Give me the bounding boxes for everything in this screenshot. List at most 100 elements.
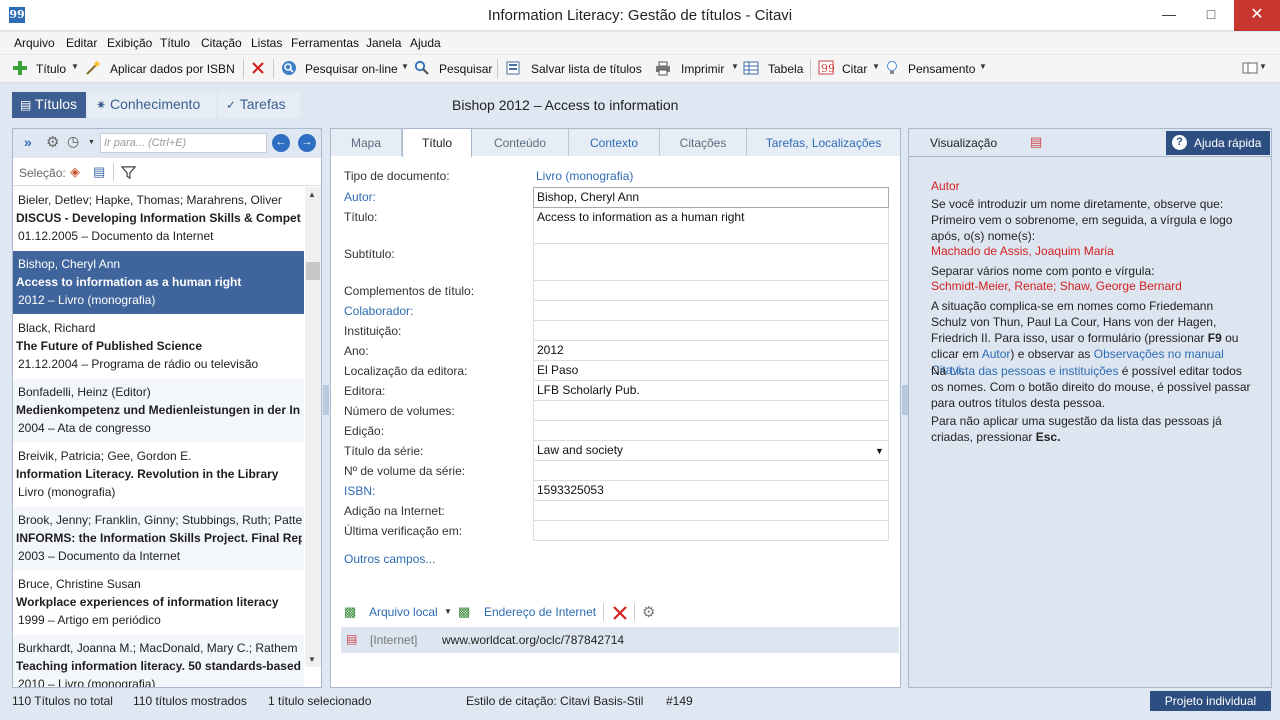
menu-exibicao[interactable]: Exibição — [107, 36, 152, 50]
tab-conteudo[interactable]: Conteúdo — [472, 129, 569, 156]
layout-icon[interactable] — [1242, 60, 1258, 76]
title-supplement-field[interactable] — [533, 281, 889, 301]
item-title: Information Literacy. Revolution in the … — [16, 467, 279, 481]
next-icon[interactable]: → — [298, 134, 316, 152]
collaborator-label-link[interactable]: Colaborador: — [344, 304, 413, 318]
preview-tab[interactable]: Visualização — [930, 136, 997, 150]
scroll-up-icon[interactable]: ▲ — [308, 190, 316, 199]
nav-tab-conhecimento[interactable]: ✷ Conhecimento — [88, 92, 216, 118]
print-button[interactable]: Imprimir — [681, 62, 724, 76]
publisher-field[interactable]: LFB Scholarly Pub. — [533, 381, 889, 401]
list-item[interactable]: Black, Richard The Future of Published S… — [13, 315, 304, 378]
close-icon[interactable]: ✕ — [1234, 0, 1280, 31]
isbn-import-button[interactable]: Aplicar dados por ISBN — [110, 62, 235, 76]
menu-listas[interactable]: Listas — [251, 36, 282, 50]
tab-citacoes[interactable]: Citações — [660, 129, 747, 156]
chevron-down-icon[interactable]: ▼ — [88, 139, 95, 146]
save-list-button[interactable]: Salvar lista de títulos — [531, 62, 642, 76]
splitter-handle[interactable] — [323, 385, 329, 415]
list-item[interactable]: Bruce, Christine Susan Workplace experie… — [13, 571, 304, 634]
chevron-down-icon[interactable]: ▼ — [979, 62, 987, 71]
expand-icon[interactable]: » — [24, 134, 32, 150]
menu-arquivo[interactable]: Arquivo — [14, 36, 55, 50]
nav-tab-titulos[interactable]: ▤ Títulos — [12, 92, 86, 118]
chevron-down-icon[interactable]: ▼ — [444, 607, 452, 616]
scroll-down-icon[interactable]: ▼ — [308, 655, 316, 664]
collaborator-field[interactable] — [533, 301, 889, 321]
isbn-field[interactable]: 1593325053 — [533, 481, 889, 501]
search-button[interactable]: Pesquisar — [439, 62, 492, 76]
maximize-icon[interactable]: □ — [1190, 0, 1232, 31]
preview-document-icon[interactable]: ▤ — [1030, 134, 1042, 150]
attachment-row[interactable]: ▤ [Internet] www.worldcat.org/oclc/78784… — [341, 627, 899, 653]
series-title-field[interactable]: Law and society — [533, 441, 889, 461]
persons-list-link[interactable]: Lista das pessoas e instituições — [950, 364, 1119, 378]
chevron-down-icon[interactable]: ▼ — [875, 446, 884, 456]
list-item-selected[interactable]: Bishop, Cheryl Ann Access to information… — [13, 251, 304, 314]
add-title-button[interactable]: Título — [36, 62, 66, 76]
gear-icon[interactable]: ⚙ — [46, 133, 59, 151]
minimize-icon[interactable]: — — [1148, 0, 1190, 31]
isbn-label-link[interactable]: ISBN: — [344, 484, 375, 498]
thought-button[interactable]: Pensamento — [908, 62, 975, 76]
edition-field[interactable] — [533, 421, 889, 441]
status-citation-style[interactable]: Estilo de citação: Citavi Basis-Stil — [466, 694, 643, 708]
last-checked-field[interactable] — [533, 521, 889, 541]
chevron-down-icon[interactable]: ▼ — [1259, 62, 1267, 71]
selection-tag-icon[interactable]: ◈ — [70, 164, 80, 180]
nav-tab-tarefas[interactable]: ✓ Tarefas — [218, 92, 300, 118]
title-field[interactable]: Access to information as a human right — [533, 208, 889, 244]
table-button[interactable]: Tabela — [768, 62, 803, 76]
more-fields-link[interactable]: Outros campos... — [344, 552, 435, 566]
reference-list: Bieler, Detlev; Hapke, Thomas; Marahrens… — [13, 187, 304, 687]
subtitle-field[interactable] — [533, 244, 889, 281]
volumes-field[interactable] — [533, 401, 889, 421]
menu-ajuda[interactable]: Ajuda — [410, 36, 441, 50]
tab-contexto[interactable]: Contexto — [569, 129, 660, 156]
chevron-down-icon[interactable]: ▼ — [872, 62, 880, 71]
filter-icon[interactable] — [121, 165, 136, 180]
cite-button[interactable]: Citar — [842, 62, 867, 76]
online-date-field[interactable] — [533, 501, 889, 521]
tab-mapa[interactable]: Mapa — [331, 129, 402, 156]
menu-janela[interactable]: Janela — [366, 36, 401, 50]
menu-citacao[interactable]: Citação — [201, 36, 242, 50]
nav-tab-label: Títulos — [34, 96, 77, 112]
menu-editar[interactable]: Editar — [66, 36, 97, 50]
previous-icon[interactable]: ← — [272, 134, 290, 152]
institution-field[interactable] — [533, 321, 889, 341]
author-field[interactable]: Bishop, Cheryl Ann — [533, 187, 889, 208]
menu-titulo[interactable]: Título — [160, 36, 190, 50]
list-item[interactable]: Brook, Jenny; Franklin, Ginny; Stubbings… — [13, 507, 304, 570]
project-type-badge[interactable]: Projeto individual — [1150, 691, 1271, 711]
tab-tarefas-localizacoes[interactable]: Tarefas, Localizações — [747, 129, 900, 156]
series-volume-field[interactable] — [533, 461, 889, 481]
list-item[interactable]: Breivik, Patricia; Gee, Gordon E. Inform… — [13, 443, 304, 506]
reference-list-scrollbar[interactable] — [305, 187, 321, 667]
online-search-button[interactable]: Pesquisar on-line — [305, 62, 398, 76]
list-item[interactable]: Bieler, Detlev; Hapke, Thomas; Marahrens… — [13, 187, 304, 250]
chevron-down-icon[interactable]: ▼ — [71, 62, 79, 71]
quick-help-button[interactable]: ? Ajuda rápida — [1166, 131, 1270, 155]
history-icon[interactable]: ◷ — [67, 133, 79, 150]
list-item[interactable]: Burkhardt, Joanna M.; MacDonald, Mary C.… — [13, 635, 304, 687]
tab-titulo[interactable]: Título — [402, 129, 472, 157]
chevron-down-icon[interactable]: ▼ — [401, 62, 409, 71]
author-label-link[interactable]: Autor: — [344, 190, 376, 204]
menu-ferramentas[interactable]: Ferramentas — [291, 36, 359, 50]
list-item[interactable]: Bonfadelli, Heinz (Editor) Medienkompete… — [13, 379, 304, 442]
scrollbar-thumb[interactable] — [306, 262, 320, 280]
place-field[interactable]: El Paso — [533, 361, 889, 381]
selection-list-icon[interactable]: ▤ — [93, 164, 105, 180]
delete-icon[interactable] — [612, 605, 628, 621]
delete-icon[interactable] — [250, 60, 266, 76]
add-web-address-button[interactable]: Endereço de Internet — [484, 605, 596, 619]
document-type-link[interactable]: Livro (monografia) — [536, 169, 633, 183]
goto-input[interactable]: Ir para... (Ctrl+E) — [100, 133, 267, 153]
year-field[interactable]: 2012 — [533, 341, 889, 361]
gear-icon[interactable]: ⚙ — [642, 603, 655, 621]
add-local-file-button[interactable]: Arquivo local — [369, 605, 438, 619]
chevron-down-icon[interactable]: ▼ — [731, 62, 739, 71]
attachment-url[interactable]: www.worldcat.org/oclc/787842714 — [442, 633, 624, 647]
author-help-link[interactable]: Autor — [982, 347, 1011, 361]
